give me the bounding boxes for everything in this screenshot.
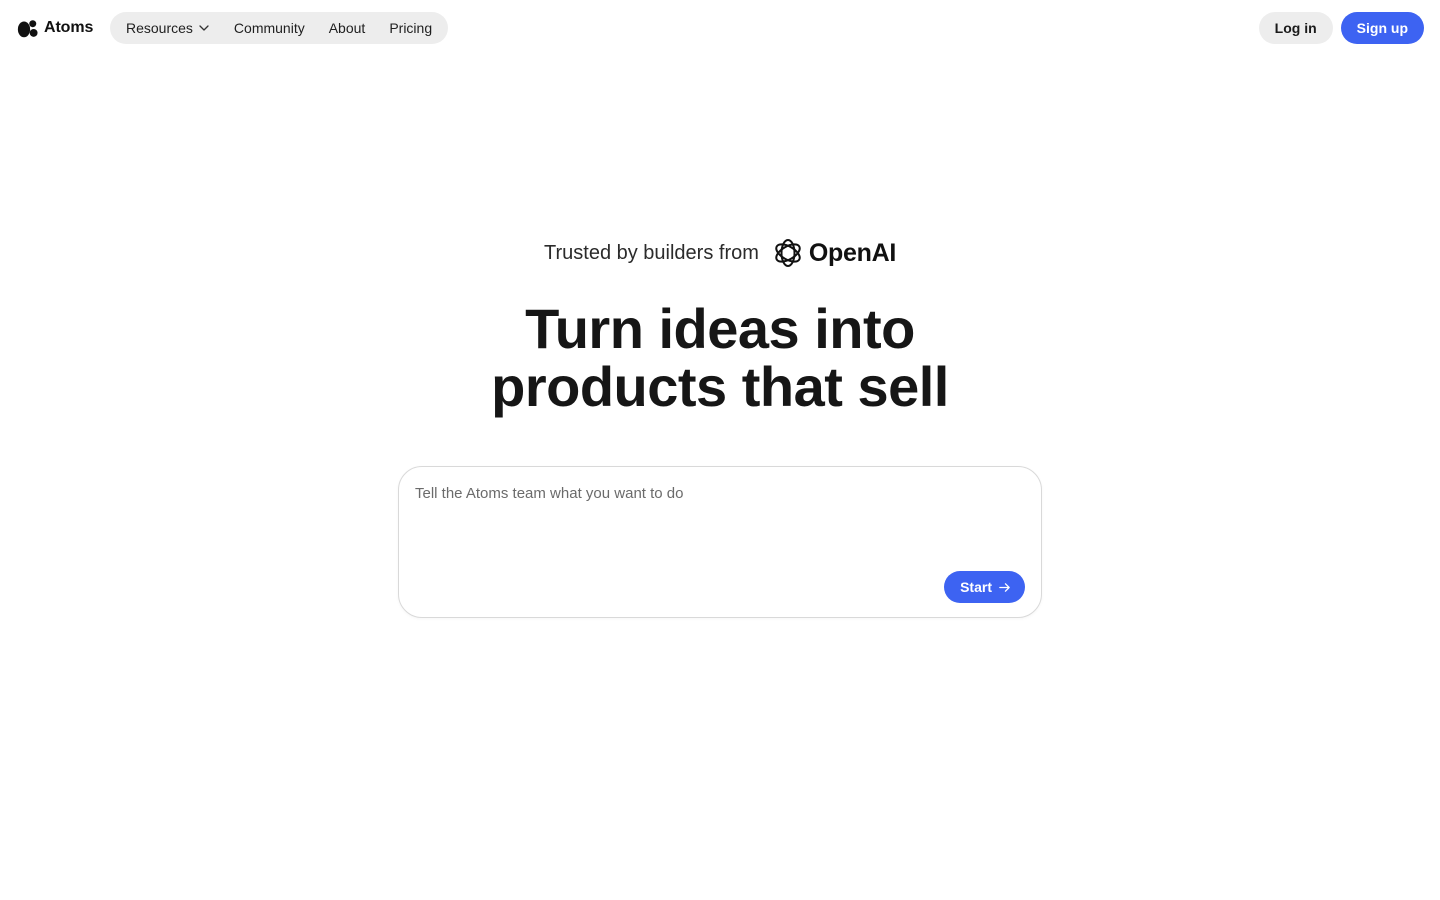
nav-item-about[interactable]: About bbox=[329, 12, 366, 44]
prompt-input[interactable] bbox=[415, 485, 1025, 565]
atoms-logo-icon bbox=[17, 19, 38, 37]
nav-item-pricing[interactable]: Pricing bbox=[389, 12, 432, 44]
brand-home-link[interactable]: Atoms bbox=[17, 17, 93, 39]
hero-line-1: Turn ideas into bbox=[525, 297, 915, 360]
openai-wordmark: OpenAI bbox=[808, 238, 896, 267]
chevron-down-icon bbox=[199, 25, 209, 31]
openai-icon bbox=[775, 239, 801, 267]
nav-item-resources[interactable]: Resources bbox=[126, 12, 210, 44]
hero-headline: Turn ideas into products that sell bbox=[0, 300, 1440, 416]
prompt-box: Start bbox=[398, 466, 1042, 618]
brand-name: Atoms bbox=[44, 19, 94, 36]
hero-line-2: products that sell bbox=[491, 355, 949, 418]
trusted-by-text: Trusted by builders from bbox=[544, 241, 759, 264]
nav-item-resources-label: Resources bbox=[126, 20, 193, 36]
login-button[interactable]: Log in bbox=[1258, 12, 1333, 44]
main-nav: Resources Community About Pricing bbox=[110, 12, 449, 44]
openai-logo: OpenAI bbox=[771, 236, 896, 270]
signup-button[interactable]: Sign up bbox=[1340, 12, 1424, 44]
auth-buttons: Log in Sign up bbox=[1258, 12, 1424, 44]
nav-item-community[interactable]: Community bbox=[234, 12, 305, 44]
trusted-by-banner: Trusted by builders from OpenAI bbox=[0, 236, 1440, 270]
start-button-label: Start bbox=[960, 579, 992, 595]
top-navigation-bar: Atoms Resources Community About Pricing … bbox=[0, 0, 1440, 56]
arrow-right-icon bbox=[999, 582, 1010, 592]
start-button[interactable]: Start bbox=[944, 571, 1025, 603]
